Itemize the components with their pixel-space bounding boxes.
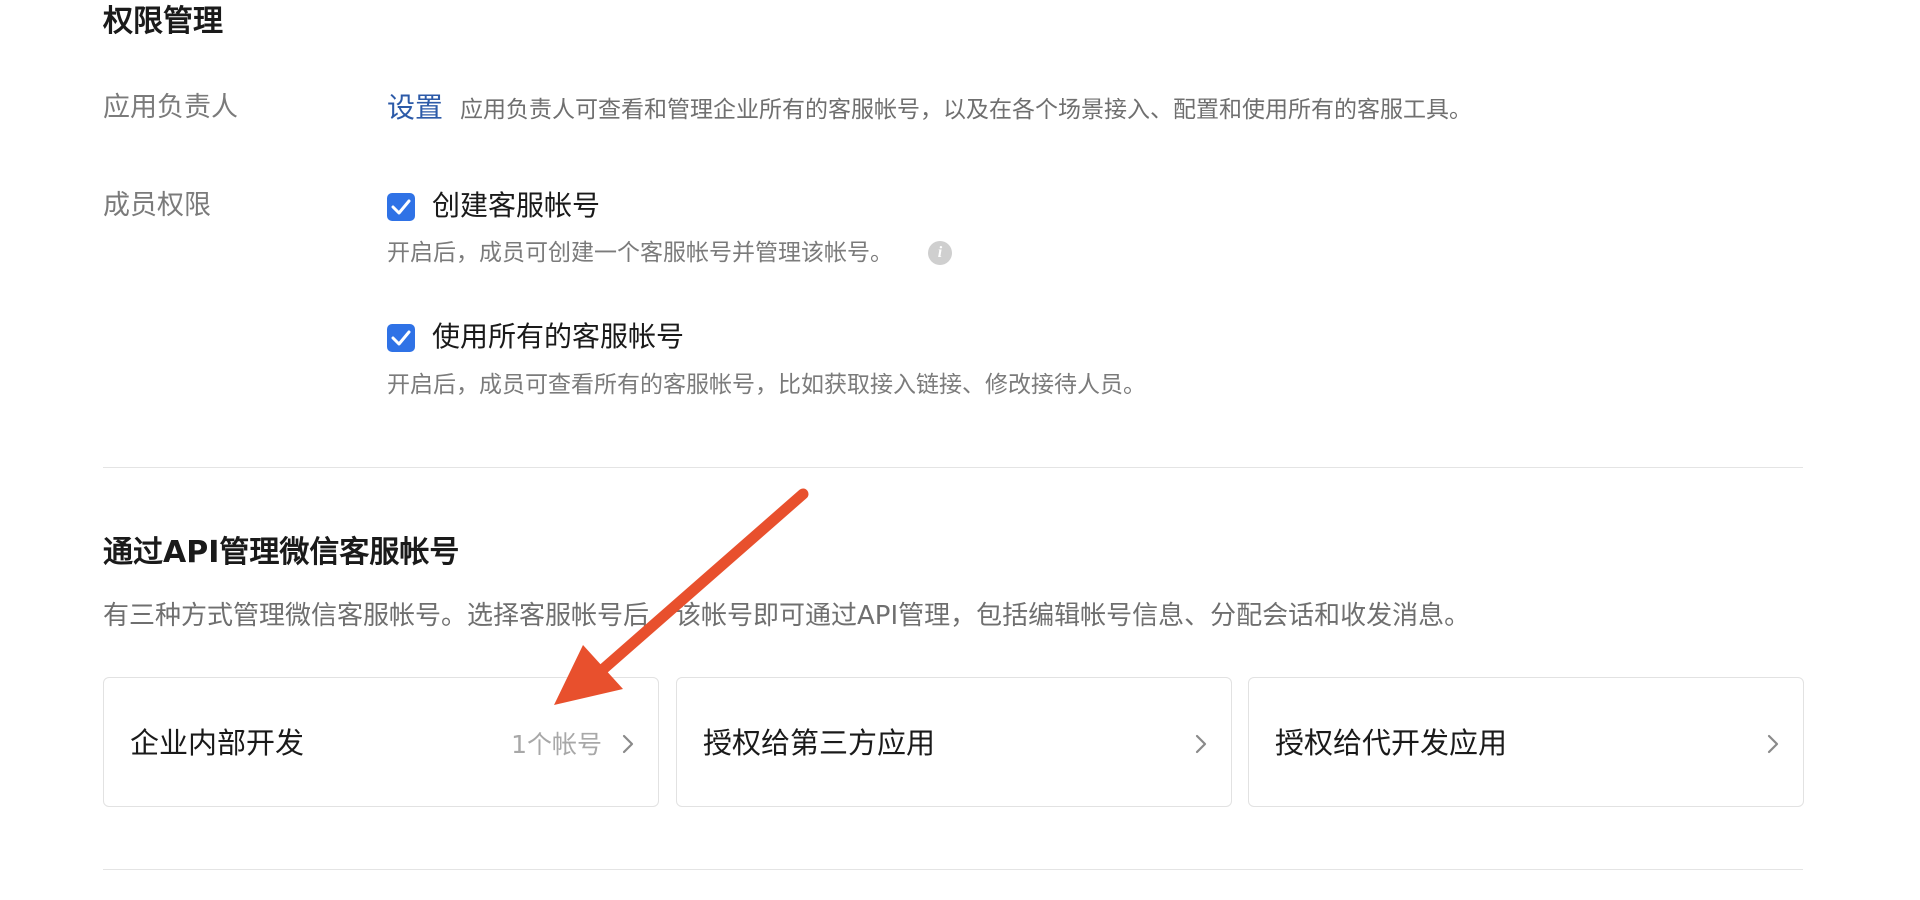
use-all-accounts-option-label[interactable]: 使用所有的客服帐号: [432, 319, 684, 355]
section-title-api: 通过API管理微信客服帐号: [103, 535, 460, 570]
check-icon: [391, 330, 411, 346]
owner-settings-link[interactable]: 设置: [387, 90, 443, 126]
section-divider: [103, 467, 1803, 468]
chevron-right-icon: [622, 734, 634, 754]
section-divider-bottom: [103, 869, 1803, 870]
card-third-party-app[interactable]: 授权给第三方应用: [676, 677, 1232, 807]
card-account-count: 1个帐号: [511, 730, 602, 759]
member-permission-label: 成员权限: [103, 190, 211, 221]
create-account-hint: 开启后，成员可创建一个客服帐号并管理该帐号。: [387, 240, 893, 266]
create-account-option-label[interactable]: 创建客服帐号: [432, 188, 600, 224]
owner-description: 应用负责人可查看和管理企业所有的客服帐号，以及在各个场景接入、配置和使用所有的客…: [460, 97, 1472, 123]
info-icon[interactable]: i: [928, 241, 952, 265]
create-account-checkbox[interactable]: [387, 193, 415, 221]
owner-label: 应用负责人: [103, 92, 238, 123]
chevron-right-icon: [1195, 734, 1207, 754]
card-title: 授权给代开发应用: [1275, 726, 1508, 760]
card-title: 授权给第三方应用: [703, 726, 936, 760]
api-description: 有三种方式管理微信客服帐号。选择客服帐号后，该帐号即可通过API管理，包括编辑帐…: [103, 601, 1471, 631]
card-title: 企业内部开发: [130, 726, 305, 760]
use-all-accounts-checkbox[interactable]: [387, 324, 415, 352]
section-title-permissions: 权限管理: [103, 4, 223, 39]
chevron-right-icon: [1767, 734, 1779, 754]
card-internal-development[interactable]: 企业内部开发 1个帐号: [103, 677, 659, 807]
card-agent-development-app[interactable]: 授权给代开发应用: [1248, 677, 1804, 807]
check-icon: [391, 199, 411, 215]
use-all-accounts-hint: 开启后，成员可查看所有的客服帐号，比如获取接入链接、修改接待人员。: [387, 372, 1146, 398]
